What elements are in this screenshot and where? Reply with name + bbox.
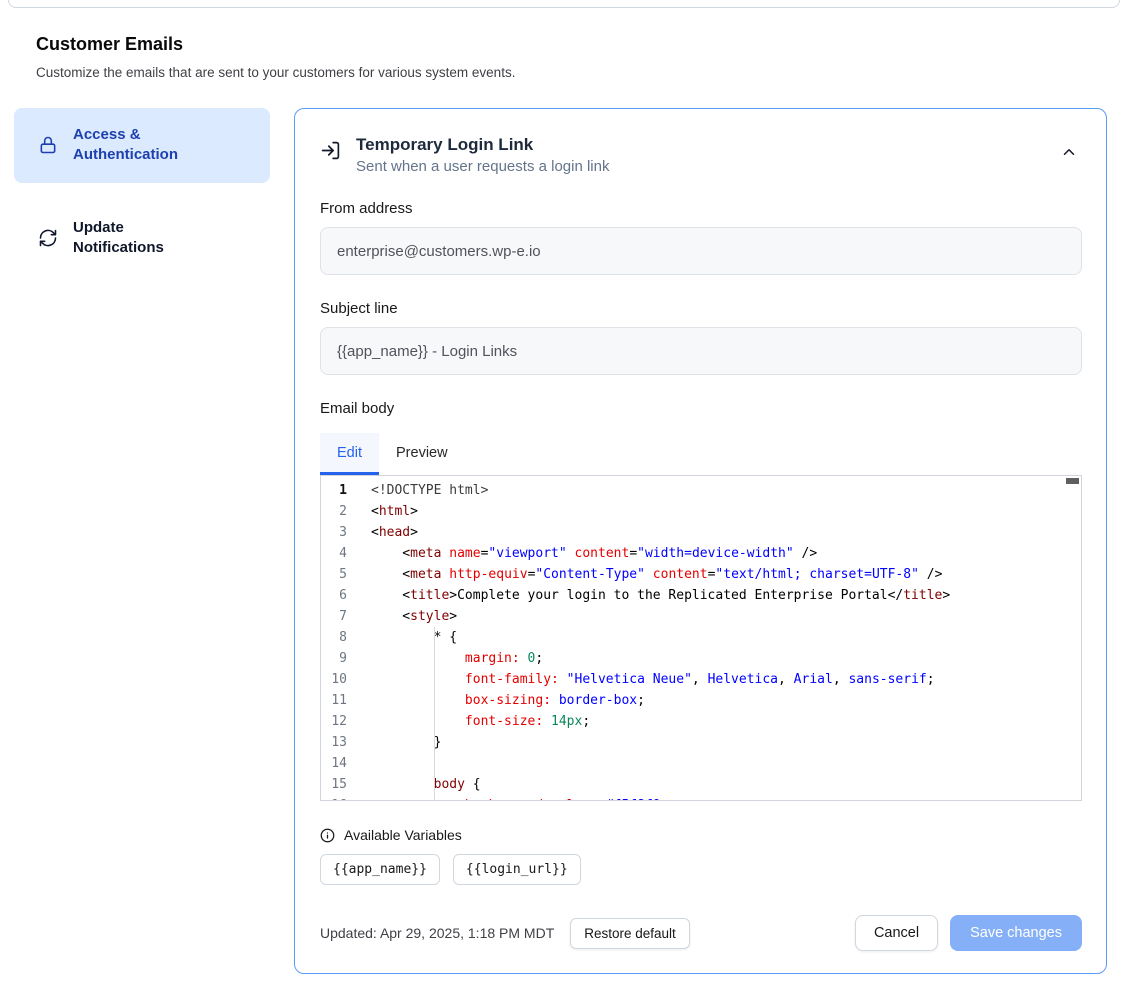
- previous-card-bottom-edge: [8, 0, 1120, 8]
- code-line: <style>: [371, 606, 1081, 627]
- code-line: background-color: #f5f8f9;: [371, 795, 1081, 800]
- code-line: <title>Complete your login to the Replic…: [371, 585, 1081, 606]
- indent-guide: [434, 627, 435, 800]
- available-variables-section: Available Variables {{app_name}} {{login…: [320, 827, 1082, 885]
- panel-titles: Temporary Login Link Sent when a user re…: [356, 135, 609, 175]
- line-number: 11: [321, 690, 347, 711]
- variable-chips: {{app_name}} {{login_url}}: [320, 854, 1082, 885]
- code-line: box-sizing: border-box;: [371, 690, 1081, 711]
- panel-subtitle: Sent when a user requests a login link: [356, 158, 609, 175]
- line-number: 6: [321, 585, 347, 606]
- line-number: 16: [321, 795, 347, 801]
- variable-chip-app-name[interactable]: {{app_name}}: [320, 854, 440, 885]
- email-body-label: Email body: [320, 400, 1082, 417]
- sidebar-item-label: Update Notifications: [73, 218, 213, 259]
- sidebar-item-update-notifications[interactable]: Update Notifications: [14, 201, 270, 276]
- subject-line-field: Subject line: [320, 300, 1082, 375]
- subject-line-label: Subject line: [320, 300, 1082, 317]
- editor-scrollbar-thumb[interactable]: [1066, 478, 1079, 484]
- sidebar-item-access-authentication[interactable]: Access & Authentication: [14, 108, 270, 183]
- line-number: 12: [321, 711, 347, 732]
- code-line: font-family: "Helvetica Neue", Helvetica…: [371, 669, 1081, 690]
- line-number: 3: [321, 522, 347, 543]
- info-icon: [320, 828, 335, 843]
- line-number: 10: [321, 669, 347, 690]
- panel-header: Temporary Login Link Sent when a user re…: [320, 135, 1082, 175]
- login-icon: [320, 140, 341, 161]
- code-line: [371, 753, 1081, 774]
- line-number: 7: [321, 606, 347, 627]
- updated-timestamp: Updated: Apr 29, 2025, 1:18 PM MDT: [320, 925, 554, 941]
- code-line: font-size: 14px;: [371, 711, 1081, 732]
- lock-icon: [38, 135, 58, 155]
- editor-tabs: Edit Preview: [320, 433, 1082, 475]
- sidebar-item-label: Access & Authentication: [73, 125, 213, 166]
- line-number: 13: [321, 732, 347, 753]
- email-body-field: Email body Edit Preview 1234567891011121…: [320, 400, 1082, 801]
- line-number: 1: [321, 480, 347, 501]
- refresh-icon: [38, 228, 58, 248]
- temporary-login-link-panel: Temporary Login Link Sent when a user re…: [294, 108, 1107, 974]
- footer-left: Updated: Apr 29, 2025, 1:18 PM MDT Resto…: [320, 918, 690, 949]
- page-subtitle: Customize the emails that are sent to yo…: [36, 65, 1092, 80]
- code-line: <meta name="viewport" content="width=dev…: [371, 543, 1081, 564]
- available-variables-header: Available Variables: [320, 827, 1082, 843]
- page-header: Customer Emails Customize the emails tha…: [0, 8, 1128, 80]
- panel-footer: Updated: Apr 29, 2025, 1:18 PM MDT Resto…: [320, 915, 1082, 951]
- content-layout: Access & Authentication Update Notificat…: [0, 80, 1128, 994]
- page-title: Customer Emails: [36, 34, 1092, 55]
- tab-edit[interactable]: Edit: [320, 433, 379, 475]
- cancel-button[interactable]: Cancel: [855, 915, 938, 951]
- chevron-up-icon: [1060, 149, 1078, 164]
- line-number: 9: [321, 648, 347, 669]
- sidebar: Access & Authentication Update Notificat…: [14, 108, 270, 275]
- code-line: }: [371, 732, 1081, 753]
- code-line: margin: 0;: [371, 648, 1081, 669]
- line-number: 14: [321, 753, 347, 774]
- code-line: body {: [371, 774, 1081, 795]
- from-address-field: From address: [320, 200, 1082, 275]
- from-address-input[interactable]: [320, 227, 1082, 275]
- code-line: <meta http-equiv="Content-Type" content=…: [371, 564, 1081, 585]
- code-lines[interactable]: <!DOCTYPE html><html><head> <meta name="…: [365, 476, 1081, 800]
- from-address-label: From address: [320, 200, 1082, 217]
- code-editor[interactable]: 12345678910111213141516 <!DOCTYPE html><…: [320, 475, 1082, 801]
- code-line: <!DOCTYPE html>: [371, 480, 1081, 501]
- code-line: <html>: [371, 501, 1081, 522]
- code-line: * {: [371, 627, 1081, 648]
- panel-title: Temporary Login Link: [356, 135, 609, 155]
- footer-right: Cancel Save changes: [855, 915, 1082, 951]
- available-variables-label: Available Variables: [344, 827, 462, 843]
- subject-line-input[interactable]: [320, 327, 1082, 375]
- tab-preview[interactable]: Preview: [379, 433, 465, 475]
- line-number: 4: [321, 543, 347, 564]
- variable-chip-login-url[interactable]: {{login_url}}: [453, 854, 581, 885]
- code-line: <head>: [371, 522, 1081, 543]
- line-number: 15: [321, 774, 347, 795]
- line-number: 8: [321, 627, 347, 648]
- collapse-button[interactable]: [1056, 139, 1082, 168]
- line-number: 2: [321, 501, 347, 522]
- code-gutter: 12345678910111213141516: [321, 476, 365, 800]
- line-number: 5: [321, 564, 347, 585]
- restore-default-button[interactable]: Restore default: [570, 918, 690, 949]
- save-changes-button[interactable]: Save changes: [950, 915, 1082, 951]
